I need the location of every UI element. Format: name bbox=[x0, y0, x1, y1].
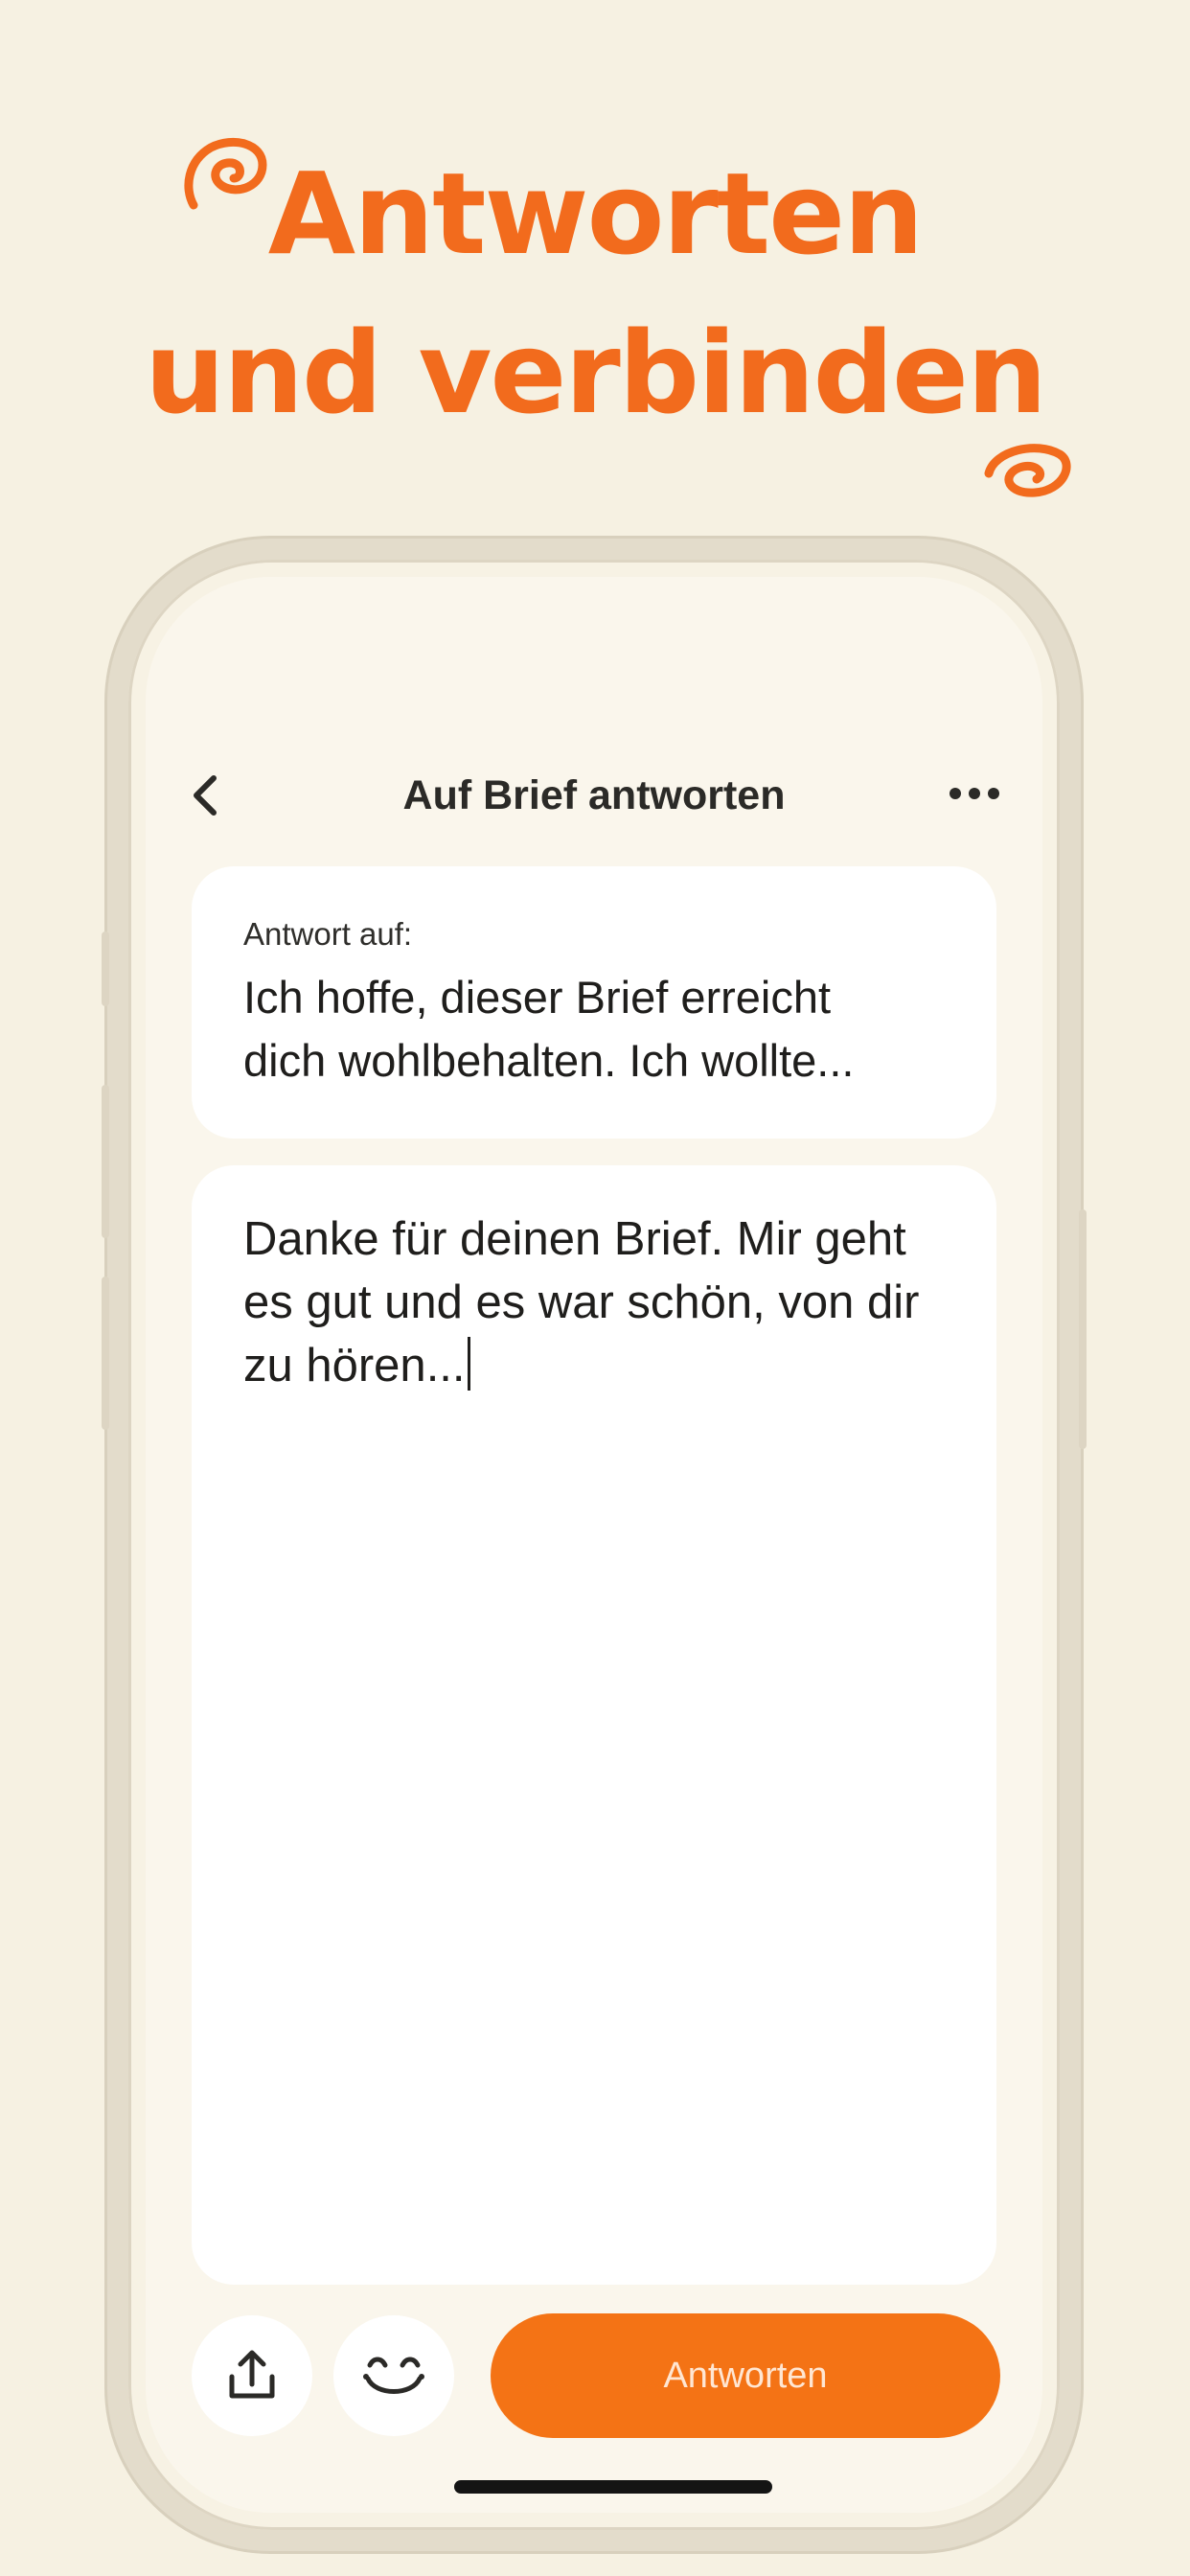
reply-line: Danke für deinen Brief. Mir geht bbox=[243, 1213, 906, 1265]
phone-screen: Auf Brief antworten Antwort auf: Ich hof… bbox=[146, 577, 1042, 2513]
reply-line: es gut und es war schön, von dir bbox=[243, 1276, 920, 1328]
emoji-button[interactable] bbox=[333, 2315, 454, 2436]
submit-reply-button[interactable]: Antworten bbox=[491, 2313, 1000, 2438]
swirl-top-left-icon bbox=[182, 134, 270, 217]
page-title: Auf Brief antworten bbox=[402, 772, 786, 818]
phone-side-button bbox=[102, 1276, 109, 1430]
quote-line: Ich hoffe, dieser Brief erreicht bbox=[243, 972, 832, 1023]
quote-text: Ich hoffe, dieser Brief erreicht dich wo… bbox=[243, 966, 945, 1092]
reply-line: zu hören... bbox=[243, 1340, 466, 1392]
reply-line-last: zu hören... bbox=[243, 1334, 945, 1397]
headline: Antworten und verbinden bbox=[0, 134, 1190, 452]
home-indicator bbox=[454, 2480, 772, 2494]
quote-line: dich wohlbehalten. Ich wollte... bbox=[243, 1035, 855, 1086]
smiley-face-icon bbox=[363, 2357, 424, 2394]
reply-text-area[interactable]: Danke für deinen Brief. Mir geht es gut … bbox=[192, 1165, 996, 2285]
swirl-bottom-right-icon bbox=[981, 437, 1073, 500]
phone-side-button bbox=[1079, 1209, 1087, 1449]
quoted-letter-card: Antwort auf: Ich hoffe, dieser Brief err… bbox=[192, 866, 996, 1138]
reply-text: Danke für deinen Brief. Mir geht es gut … bbox=[243, 1208, 945, 1397]
headline-line-2: und verbinden bbox=[144, 307, 1047, 439]
share-button[interactable] bbox=[192, 2315, 312, 2436]
phone-frame: Auf Brief antworten Antwort auf: Ich hof… bbox=[102, 539, 1087, 2551]
phone-side-button bbox=[102, 1085, 109, 1238]
text-cursor bbox=[467, 1337, 470, 1391]
phone-side-button bbox=[102, 932, 109, 1006]
ellipsis-horizontal-icon bbox=[950, 788, 999, 799]
share-upload-icon bbox=[229, 2350, 275, 2399]
quote-label: Antwort auf: bbox=[243, 916, 413, 952]
more-options-button[interactable] bbox=[941, 774, 1008, 813]
headline-line-1: Antworten bbox=[267, 148, 924, 280]
